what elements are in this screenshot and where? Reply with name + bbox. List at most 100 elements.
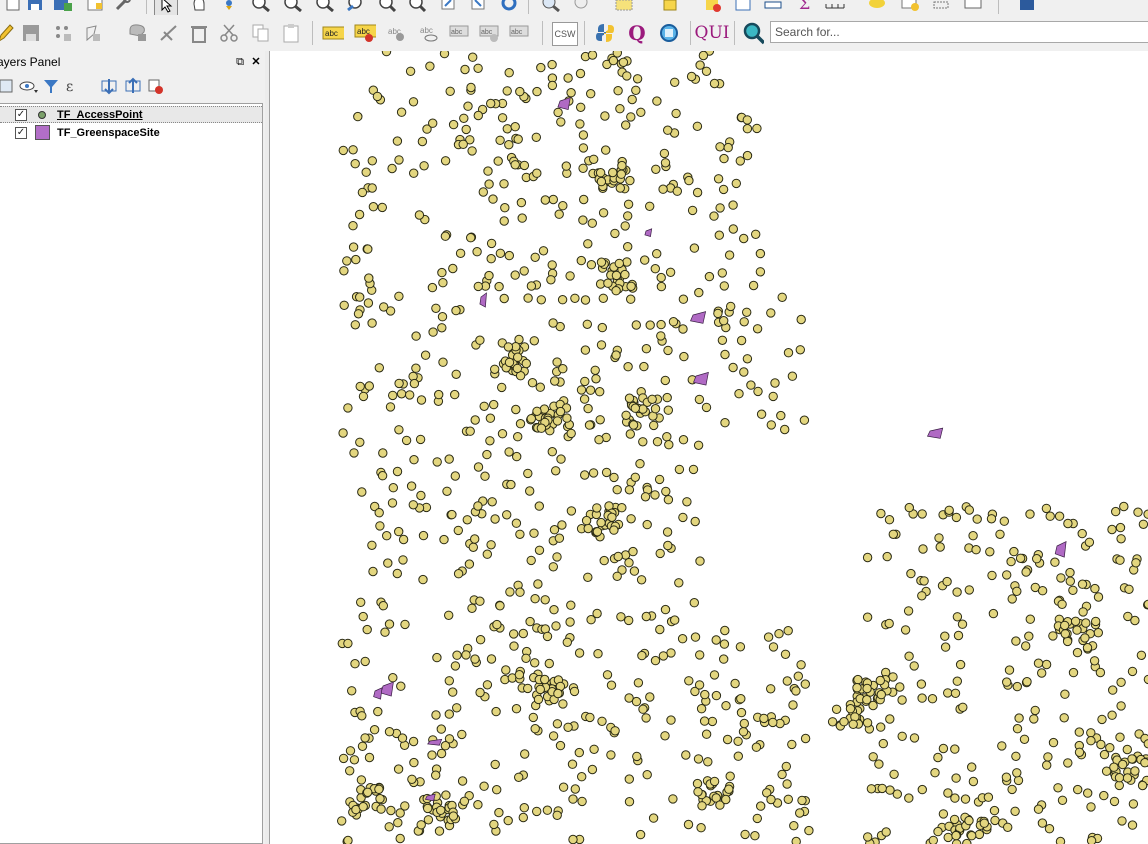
- access-point-marker: [621, 120, 631, 130]
- access-point-marker: [504, 140, 514, 150]
- zoom-next-icon[interactable]: [406, 0, 428, 14]
- access-point-marker: [396, 681, 406, 691]
- layer-row-tf-greenspacesite[interactable]: ✓ TF_GreenspaceSite: [0, 124, 262, 141]
- copy-features-icon[interactable]: [250, 22, 272, 44]
- save-edits-icon[interactable]: [20, 22, 42, 44]
- access-point-marker: [416, 820, 426, 830]
- access-point-marker: [510, 122, 520, 132]
- qui-icon[interactable]: QUI: [695, 22, 730, 44]
- open-style-panel-icon[interactable]: [0, 75, 16, 97]
- access-point-marker: [700, 689, 710, 700]
- access-point-marker: [783, 794, 793, 804]
- access-point-marker: [587, 764, 598, 775]
- open-table-icon[interactable]: [660, 0, 682, 14]
- zoom-full-icon[interactable]: [314, 0, 336, 14]
- hand-pan-icon[interactable]: [188, 0, 210, 14]
- label-pin-icon[interactable]: abc: [386, 22, 408, 44]
- layer-visibility-checkbox[interactable]: ✓: [15, 108, 27, 121]
- access-point-marker: [534, 501, 544, 511]
- vertex-tool-icon[interactable]: [158, 22, 180, 44]
- access-point-marker: [1143, 739, 1148, 749]
- tooltip-icon[interactable]: [866, 0, 888, 14]
- access-point-marker: [796, 314, 806, 325]
- pencil-edit-icon[interactable]: [0, 22, 16, 44]
- qgis-q-icon[interactable]: Q: [626, 21, 648, 45]
- expression-filter-icon[interactable]: ε: [64, 75, 86, 97]
- pan-map-icon[interactable]: [218, 0, 240, 14]
- python-icon[interactable]: [594, 22, 616, 44]
- access-point-marker: [448, 119, 459, 130]
- greenspace-polygon: [1054, 541, 1067, 558]
- access-point-marker: [1007, 594, 1017, 604]
- zoom-select-next-icon[interactable]: [468, 0, 490, 14]
- label-rotate-icon[interactable]: abc: [478, 22, 500, 44]
- move-feature-icon[interactable]: [126, 22, 148, 44]
- access-point-marker: [409, 378, 420, 389]
- zoom-in-icon[interactable]: [250, 0, 272, 14]
- save-as-icon[interactable]: [52, 0, 74, 14]
- identify-icon[interactable]: [540, 0, 562, 14]
- access-point-marker: [897, 695, 907, 705]
- statistics-icon[interactable]: [702, 0, 724, 14]
- access-point-marker: [781, 761, 791, 772]
- filter-icon[interactable]: [40, 75, 62, 97]
- access-point-marker: [630, 403, 640, 413]
- measure-icon[interactable]: [732, 0, 754, 14]
- access-point-marker: [831, 704, 842, 714]
- ruler-icon[interactable]: [762, 0, 784, 14]
- label-highlight-icon[interactable]: abc: [354, 22, 376, 44]
- access-point-marker: [780, 424, 790, 435]
- access-point-marker: [448, 811, 459, 821]
- float-panel-icon[interactable]: ⧉: [233, 55, 247, 69]
- access-point-marker: [877, 783, 887, 794]
- cut-features-icon[interactable]: [218, 22, 240, 44]
- sum-icon[interactable]: Σ: [794, 0, 816, 14]
- refresh-icon[interactable]: [498, 0, 520, 14]
- new-project-icon[interactable]: [2, 0, 24, 14]
- zoom-last-icon[interactable]: [376, 0, 398, 14]
- collapse-all-icon[interactable]: [122, 75, 144, 97]
- access-point-marker: [553, 688, 563, 699]
- label-change-icon[interactable]: abc: [508, 22, 530, 44]
- scale-bar-icon[interactable]: [824, 0, 846, 14]
- access-point-marker: [721, 794, 731, 805]
- access-point-marker: [441, 790, 451, 800]
- bookmark-icon[interactable]: [900, 0, 922, 14]
- text-annotation-icon[interactable]: [962, 0, 984, 14]
- label-move-icon[interactable]: abc: [448, 22, 470, 44]
- zoom-layer-icon[interactable]: [345, 0, 367, 14]
- zoom-select-icon[interactable]: [658, 22, 680, 44]
- layout-icon[interactable]: [84, 0, 106, 14]
- search-input[interactable]: [770, 21, 1148, 43]
- expand-all-icon[interactable]: [98, 75, 120, 97]
- map-canvas[interactable]: [269, 51, 1148, 844]
- annotation-icon[interactable]: [930, 0, 952, 14]
- wrench-icon[interactable]: [112, 0, 134, 14]
- layer-visibility-checkbox[interactable]: ✓: [15, 126, 27, 139]
- access-point-marker: [663, 405, 673, 415]
- digitize-polygon-icon[interactable]: [84, 22, 106, 44]
- access-point-marker: [1127, 820, 1138, 830]
- access-point-marker: [563, 722, 573, 732]
- access-point-marker: [534, 545, 545, 555]
- remove-layer-icon[interactable]: [144, 75, 166, 97]
- help-icon[interactable]: [1016, 0, 1038, 14]
- map-features[interactable]: [270, 51, 1148, 844]
- paste-features-icon[interactable]: [280, 22, 302, 44]
- layer-row-tf-accesspoint[interactable]: ✓ TF_AccessPoint: [0, 106, 262, 123]
- visibility-eye-icon[interactable]: [18, 75, 40, 97]
- csw-icon[interactable]: CSW: [552, 22, 578, 46]
- zoom-out-icon[interactable]: [282, 0, 304, 14]
- close-panel-icon[interactable]: ✕: [249, 55, 263, 69]
- digitize-point-icon[interactable]: [52, 22, 74, 44]
- locator-search-icon[interactable]: [742, 22, 764, 45]
- deselect-icon[interactable]: [614, 0, 636, 14]
- delete-selected-icon[interactable]: [188, 22, 210, 44]
- select-features-icon[interactable]: [572, 0, 594, 14]
- label-show-icon[interactable]: abc: [418, 22, 440, 44]
- select-arrow-icon[interactable]: [154, 0, 178, 15]
- label-icon[interactable]: abc: [322, 22, 344, 44]
- zoom-select-prev-icon[interactable]: [438, 0, 460, 14]
- access-point-marker: [350, 659, 360, 669]
- save-project-icon[interactable]: [24, 0, 46, 14]
